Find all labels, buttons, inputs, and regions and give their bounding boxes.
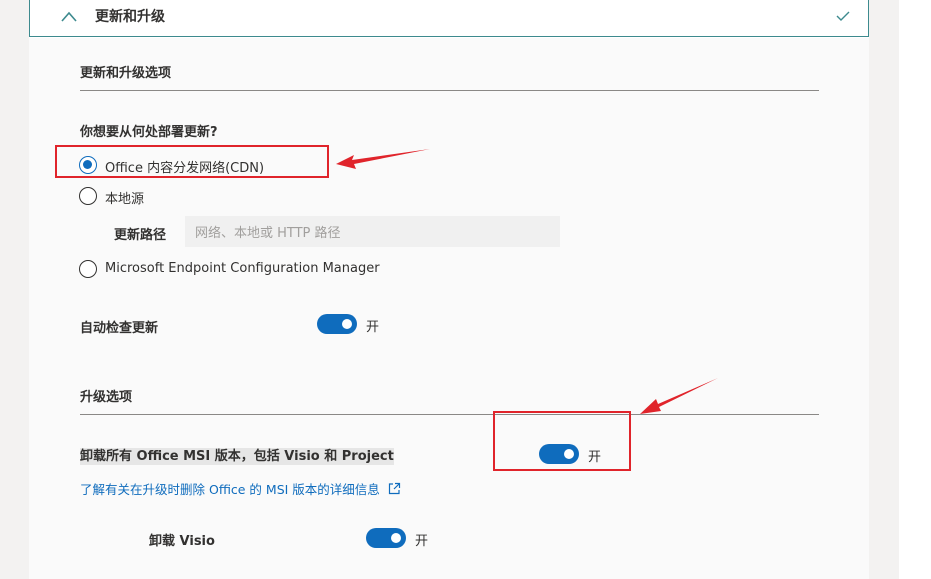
update-path-input[interactable]: 网络、本地或 HTTP 路径: [185, 216, 560, 247]
checkmark-icon: [836, 11, 850, 21]
learn-more-link[interactable]: 了解有关在升级时删除 Office 的 MSI 版本的详细信息: [80, 479, 380, 498]
uninstall-visio-toggle[interactable]: [366, 528, 406, 548]
deploy-source-question: 你想要从何处部署更新?: [80, 125, 218, 140]
update-path-label: 更新路径: [114, 228, 167, 243]
right-scroll-gutter: [869, 0, 899, 579]
annotation-arrow-msi-icon: [640, 378, 718, 414]
auto-check-state: 开: [366, 320, 380, 335]
update-options-heading: 更新和升级选项: [80, 66, 172, 81]
annotation-arrow-cdn-icon: [336, 149, 430, 169]
uninstall-msi-label-text: 卸载所有 Office MSI 版本，包括 Visio 和 Project: [80, 448, 394, 465]
section-header-updates[interactable]: 更新和升级: [29, 0, 869, 37]
radio-mecm[interactable]: [79, 260, 97, 278]
uninstall-visio-label: 卸载 Visio: [149, 534, 215, 549]
upgrade-options-heading: 升级选项: [80, 390, 133, 405]
uninstall-msi-label: 卸载所有 Office MSI 版本，包括 Visio 和 Project: [80, 445, 394, 465]
update-options-divider: [80, 90, 819, 91]
auto-check-label: 自动检查更新: [80, 321, 159, 336]
chevron-up-icon[interactable]: [61, 10, 77, 24]
section-title: 更新和升级: [95, 9, 165, 25]
radio-mecm-label[interactable]: Microsoft Endpoint Configuration Manager: [105, 261, 380, 276]
auto-check-toggle[interactable]: [317, 314, 357, 334]
uninstall-visio-state: 开: [415, 534, 429, 549]
left-gutter: [0, 0, 29, 579]
radio-local-source-label[interactable]: 本地源: [105, 188, 144, 207]
annotation-box-cdn: [55, 145, 329, 178]
external-link-icon[interactable]: [388, 482, 401, 495]
annotation-box-uninstall-msi: [493, 411, 631, 471]
radio-local-source[interactable]: [79, 187, 97, 205]
